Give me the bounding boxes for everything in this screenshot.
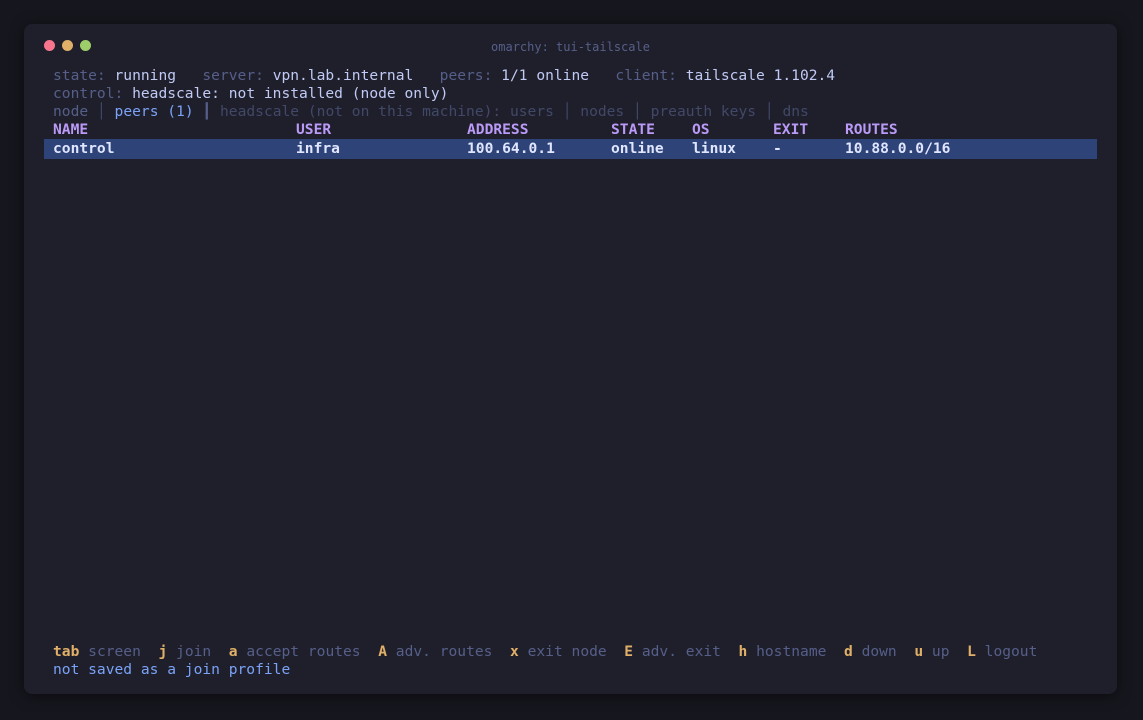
tab-headscale-users[interactable]: headscale (not on this machine): users (220, 103, 554, 120)
tab-preauth-keys[interactable]: preauth keys (651, 103, 756, 120)
peer-address: 100.64.0.1 (467, 140, 555, 157)
keybind-desc: join (176, 643, 212, 660)
keybind-desc: exit node (527, 643, 607, 660)
keybind-key: d (843, 643, 853, 660)
keybind-bar: tab screen j join a accept routes A adv.… (53, 643, 1097, 661)
keybind-key: j (158, 643, 168, 660)
keybind-key: E (624, 643, 634, 660)
keybind-desc: adv. exit (641, 643, 721, 660)
control-label: control: (53, 85, 124, 102)
control-line: control: headscale: not installed (node … (53, 85, 1097, 103)
column-header-os: OS (692, 121, 710, 138)
peer-name: control (53, 140, 115, 157)
keybind-desc: adv. routes (395, 643, 493, 660)
tab-divider: │ (764, 103, 774, 120)
keybind-desc: logout (984, 643, 1038, 660)
peer-os: linux (692, 140, 736, 157)
tab-divider: │ (562, 103, 572, 120)
keybind-key: h (738, 643, 748, 660)
client-value: tailscale 1.102.4 (685, 67, 836, 84)
terminal-window: omarchy: tui-tailscale state: running se… (24, 24, 1117, 694)
footer-note: not saved as a join profile (53, 661, 291, 678)
peer-routes: 10.88.0.0/16 (845, 140, 951, 157)
tab-node[interactable]: node (53, 103, 88, 120)
peers-table-header: NAME USER ADDRESS STATE OS EXIT ROUTES (53, 121, 1097, 139)
column-header-address: ADDRESS (467, 121, 529, 138)
table-row[interactable]: control infra 100.64.0.1 online linux - … (44, 139, 1097, 159)
keybind-key: a (228, 643, 238, 660)
keybind-key: x (510, 643, 519, 660)
tab-group-divider: ┃ (202, 103, 212, 120)
peer-user: infra (296, 140, 340, 157)
tui-content: state: running server: vpn.lab.internal … (44, 67, 1097, 159)
column-header-routes: ROUTES (845, 121, 898, 138)
client-label: client: (615, 67, 677, 84)
keybind-desc: hostname (756, 643, 827, 660)
peers-label: peers: (439, 67, 493, 84)
column-header-name: NAME (53, 121, 89, 138)
keybind-key: A (378, 643, 387, 660)
peer-exit: - (773, 140, 782, 157)
tab-nodes[interactable]: nodes (580, 103, 624, 120)
keybind-key: L (967, 643, 976, 660)
tab-divider: │ (633, 103, 642, 120)
window-title: omarchy: tui-tailscale (491, 40, 650, 54)
status-line: state: running server: vpn.lab.internal … (53, 67, 1097, 85)
keybind-key: tab (53, 643, 80, 660)
state-label: state: (53, 67, 106, 84)
peer-state: online (611, 140, 664, 157)
column-header-user: USER (296, 121, 332, 138)
keybind-desc: screen (88, 643, 141, 660)
control-value: headscale: not installed (node only) (132, 85, 449, 102)
server-value: vpn.lab.internal (272, 67, 414, 84)
footer: tab screen j join a accept routes A adv.… (53, 643, 1097, 679)
tab-divider: │ (96, 103, 106, 120)
column-header-state: STATE (611, 121, 655, 138)
tab-peers[interactable]: peers (1) (115, 103, 194, 120)
peers-value: 1/1 online (501, 67, 590, 84)
tab-dns[interactable]: dns (782, 103, 808, 120)
column-header-exit: EXIT (773, 121, 809, 138)
keybind-desc: down (861, 643, 897, 660)
keybind-desc: accept routes (246, 643, 361, 660)
title-bar: omarchy: tui-tailscale (24, 24, 1117, 68)
state-value: running (114, 67, 177, 84)
keybind-desc: up (931, 643, 950, 660)
keybind-key: u (914, 643, 924, 660)
tab-bar: node │ peers (1) ┃ headscale (not on thi… (53, 103, 1097, 121)
server-label: server: (202, 67, 264, 84)
